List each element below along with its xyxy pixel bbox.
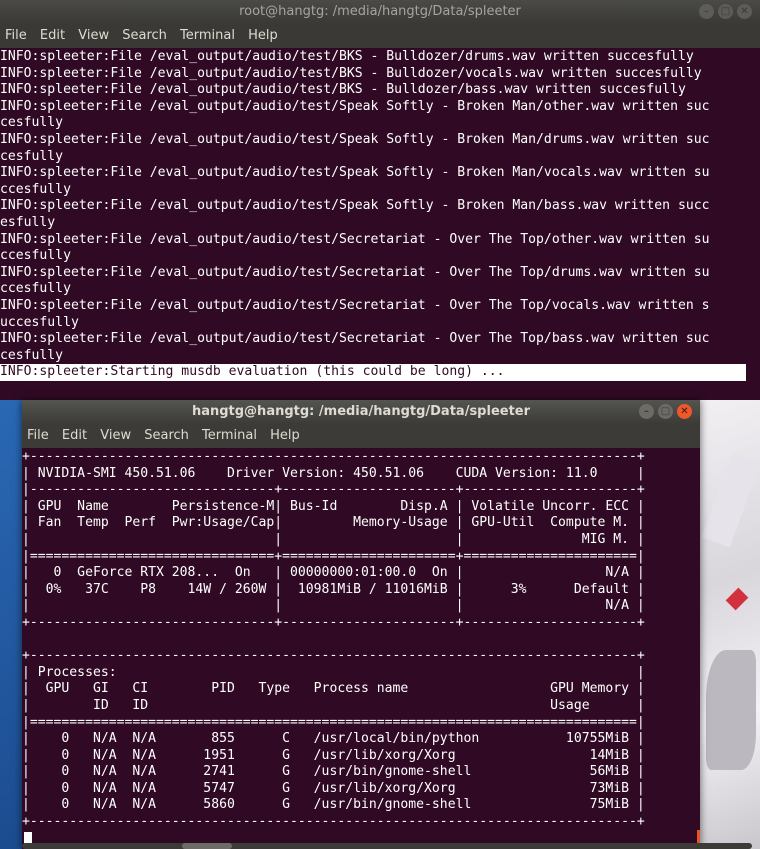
terminal-line: ccesfully [0, 181, 71, 197]
terminal-line: |-------------------------------+-------… [22, 482, 645, 498]
terminal-line: | NVIDIA-SMI 450.51.06 Driver Version: 4… [22, 465, 645, 481]
terminal-line: INFO:spleeter:File /eval_output/audio/te… [0, 297, 710, 313]
scrollbar-thumb[interactable] [182, 843, 232, 849]
terminal-line: esfully [0, 214, 56, 230]
menu-edit[interactable]: Edit [40, 24, 65, 48]
back-terminal-titlebar[interactable]: root@hangtg: /media/hangtg/Data/spleeter… [0, 0, 760, 24]
highlighted-current-line: INFO:spleeter:Starting musdb evaluation … [0, 364, 746, 381]
terminal-line: | 0 GeForce RTX 208... On | 00000000:01:… [22, 565, 645, 581]
minimize-icon[interactable]: – [699, 4, 714, 19]
terminal-line: +---------------------------------------… [22, 648, 645, 664]
terminal-line: INFO:spleeter:File /eval_output/audio/te… [0, 331, 710, 347]
terminal-line: +---------------------------------------… [22, 449, 645, 464]
menu-help[interactable]: Help [270, 424, 300, 448]
minimize-icon[interactable]: – [639, 404, 654, 419]
front-terminal-title: hangtg@hangtg: /media/hangtg/Data/spleet… [191, 404, 531, 419]
terminal-line: | Processes: | [22, 664, 645, 680]
terminal-line: INFO:spleeter:File /eval_output/audio/te… [0, 65, 702, 81]
front-terminal-menubar: File Edit View Search Terminal Help [22, 424, 700, 448]
terminal-line: | | | MIG M. | [22, 531, 645, 547]
front-terminal-window[interactable]: hangtg@hangtg: /media/hangtg/Data/spleet… [22, 400, 700, 849]
terminal-line: cesfully [0, 148, 64, 164]
terminal-line: |=======================================… [22, 714, 645, 730]
menu-search[interactable]: Search [144, 424, 189, 448]
terminal-line: | 0 N/A N/A 5860 G /usr/bin/gnome-shell … [22, 797, 645, 813]
terminal-line: INFO:spleeter:File /eval_output/audio/te… [0, 82, 686, 98]
terminal-line: INFO:spleeter:File /eval_output/audio/te… [0, 198, 710, 214]
terminal-line: | 0 N/A N/A 1951 G /usr/lib/xorg/Xorg 14… [22, 747, 645, 763]
back-terminal-window[interactable]: root@hangtg: /media/hangtg/Data/spleeter… [0, 0, 760, 400]
menu-view[interactable]: View [100, 424, 131, 448]
terminal-line: INFO:spleeter:File /eval_output/audio/te… [0, 98, 710, 114]
terminal-line: cesfully [0, 115, 64, 131]
desktop-wallpaper-left [0, 400, 22, 849]
menu-terminal[interactable]: Terminal [180, 24, 235, 48]
terminal-line: | GPU Name Persistence-M| Bus-Id Disp.A … [22, 498, 645, 514]
menu-file[interactable]: File [27, 424, 49, 448]
terminal-line: | 0% 37C P8 14W / 260W | 10981MiB / 1101… [22, 581, 645, 597]
horizontal-scrollbar[interactable] [22, 843, 752, 849]
back-terminal-title: root@hangtg: /media/hangtg/Data/spleeter [239, 4, 521, 19]
maximize-icon[interactable]: □ [718, 4, 733, 19]
terminal-line: +---------------------------------------… [22, 814, 645, 830]
back-window-controls: – □ ✕ [699, 4, 752, 20]
menu-search[interactable]: Search [122, 24, 167, 48]
terminal-line: ccesfully [0, 248, 71, 264]
terminal-line: |===============================+=======… [22, 548, 645, 564]
front-window-controls: – □ ✕ [639, 404, 692, 420]
front-terminal-output[interactable]: +---------------------------------------… [22, 449, 700, 831]
close-icon[interactable]: ✕ [677, 404, 692, 419]
terminal-line: | ID ID Usage | [22, 697, 645, 713]
terminal-line: ccesfully [0, 281, 71, 297]
terminal-line: | 0 N/A N/A 855 C /usr/local/bin/python … [22, 731, 645, 747]
terminal-line: | 0 N/A N/A 2741 G /usr/bin/gnome-shell … [22, 764, 645, 780]
wallpaper-shape [706, 650, 756, 770]
menu-view[interactable]: View [78, 24, 109, 48]
back-terminal-menubar: File Edit View Search Terminal Help [0, 24, 760, 48]
menu-terminal[interactable]: Terminal [202, 424, 257, 448]
terminal-line: | | | N/A | [22, 598, 645, 614]
menu-edit[interactable]: Edit [62, 424, 87, 448]
terminal-line: | 0 N/A N/A 5747 G /usr/lib/xorg/Xorg 73… [22, 780, 645, 796]
close-icon[interactable]: ✕ [737, 4, 752, 19]
terminal-line: | Fan Temp Perf Pwr:Usage/Cap| Memory-Us… [22, 515, 645, 531]
menu-file[interactable]: File [5, 24, 27, 48]
maximize-icon[interactable]: □ [658, 404, 673, 419]
back-terminal-output[interactable]: INFO:spleeter:File /eval_output/audio/te… [0, 49, 760, 381]
front-terminal-titlebar[interactable]: hangtg@hangtg: /media/hangtg/Data/spleet… [22, 400, 700, 424]
terminal-line: INFO:spleeter:File /eval_output/audio/te… [0, 165, 710, 181]
terminal-line: INFO:spleeter:File /eval_output/audio/te… [0, 264, 710, 280]
terminal-line: uccesfully [0, 314, 79, 330]
terminal-line: INFO:spleeter:File /eval_output/audio/te… [0, 231, 710, 247]
terminal-line: INFO:spleeter:File /eval_output/audio/te… [0, 131, 710, 147]
menu-help[interactable]: Help [248, 24, 278, 48]
terminal-line: +-------------------------------+-------… [22, 614, 645, 630]
terminal-line: | GPU GI CI PID Type Process name GPU Me… [22, 681, 645, 697]
terminal-line: cesfully [0, 347, 64, 363]
terminal-line: INFO:spleeter:File /eval_output/audio/te… [0, 49, 694, 64]
